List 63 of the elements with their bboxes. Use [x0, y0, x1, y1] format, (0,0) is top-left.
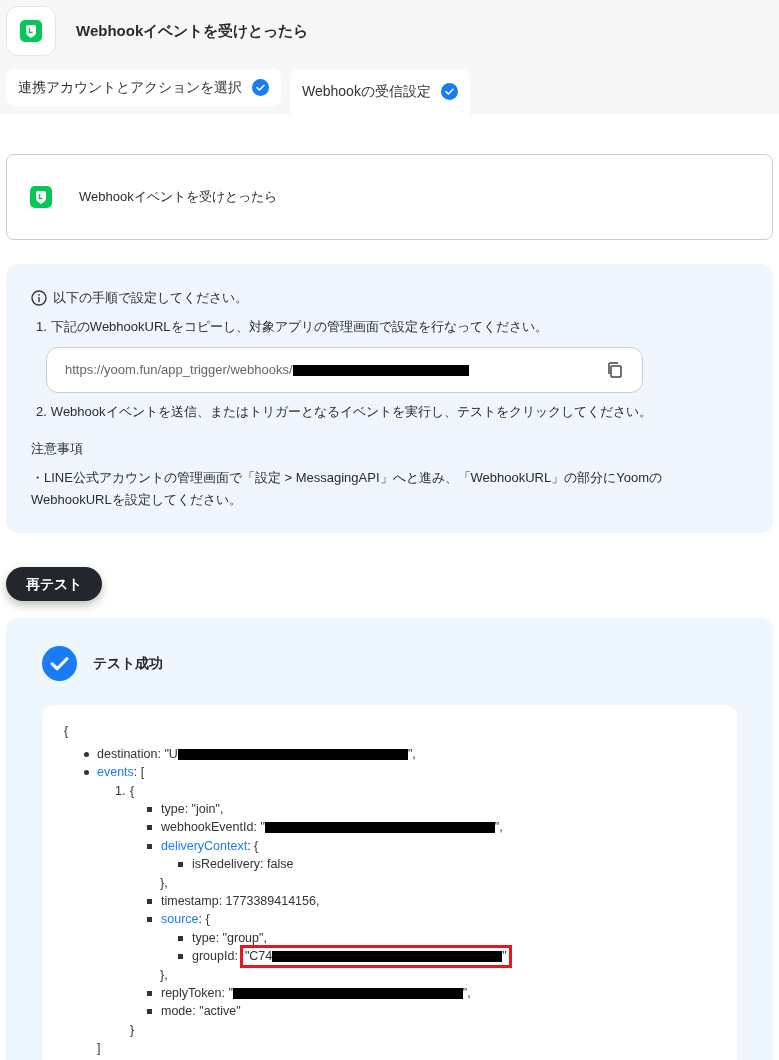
list-number: 1. [115, 782, 127, 800]
bullet-icon [84, 770, 89, 776]
trigger-title: Webhookイベントを受けとったら [79, 188, 277, 207]
code-text: : "join", [184, 801, 224, 818]
bullet-icon [84, 751, 89, 757]
code-text: ] [97, 1041, 101, 1056]
code-text: : [253, 819, 258, 837]
step-tab[interactable]: 連携アカウントとアクションを選択 [6, 69, 281, 106]
step-text: Webhookイベントを送信、またはトリガーとなるイベントを実行し、テストをクリックしてください。 [50, 403, 652, 421]
code-text: : [221, 984, 226, 1002]
bullet-icon [147, 917, 152, 923]
step-number: 1. [36, 317, 47, 336]
code-text: : [ [133, 764, 145, 782]
bullet-icon [178, 862, 183, 868]
note-title: 注意事項 [31, 439, 84, 458]
chat-app-icon [29, 185, 53, 209]
bullet-icon [147, 825, 152, 831]
step-number: 2. [36, 403, 47, 421]
code-text: : "active" [192, 1003, 241, 1021]
step-text: 下記のWebhookURLをコピーし、対象アプリの管理画面で設定を行なってください。 [50, 317, 548, 336]
json-key-link[interactable]: source [161, 910, 199, 930]
code-text: : { [198, 911, 210, 929]
code-text: }, [160, 967, 168, 982]
code-text: " [260, 819, 265, 837]
url-text: https://yoom.fun/app_trigger/webhooks/ [65, 361, 293, 380]
code-text: ", [462, 984, 471, 1002]
result-title: テスト成功 [93, 654, 163, 673]
code-text: "C74 [244, 948, 273, 966]
intro-text: 以下の手順で設定してください。 [53, 289, 248, 307]
json-key-link[interactable]: events [97, 763, 134, 782]
chat-app-icon [19, 19, 43, 43]
code-text: { [130, 782, 135, 800]
bullet-icon [178, 935, 183, 941]
code-text: : { [247, 837, 259, 855]
bullet-icon [147, 990, 152, 996]
bullet-icon [178, 954, 183, 959]
code-text: { [64, 724, 69, 738]
step-tab[interactable]: Webhookの受信設定 [290, 69, 470, 114]
page-title: Webhookイベントを受けとったら [76, 20, 309, 41]
json-key: type [161, 800, 185, 819]
code-text: : [157, 745, 162, 763]
code-text: : false [260, 856, 294, 874]
retest-button[interactable]: 再テスト [6, 567, 102, 601]
json-key: type [192, 928, 216, 948]
bullet-icon [147, 843, 152, 849]
json-key: timestamp [161, 891, 219, 911]
code-text: : "group", [215, 929, 267, 947]
code-text: }, [160, 875, 168, 890]
bullet-icon [147, 1009, 152, 1015]
code-text: ", [494, 819, 503, 837]
note-text: ・LINE公式アカウントの管理画面で「設定 > MessagingAPI」へと進み、「WebhookURL」の部分にYoomのWebhookURLを設定してください。 [31, 469, 663, 509]
url-field[interactable]: https://yoom.fun/app_trigger/webhooks/ [46, 347, 643, 393]
bullet-icon [147, 806, 152, 812]
copy-icon[interactable] [606, 361, 624, 379]
code-text: ", [407, 745, 416, 763]
code-text: } [130, 1022, 135, 1037]
info-icon [31, 289, 47, 306]
code-text: : [234, 948, 238, 966]
code-text: "U [164, 745, 178, 763]
code-text: " [502, 948, 507, 966]
code-text: : 1773389414156, [218, 892, 320, 910]
code-text: " [228, 984, 233, 1002]
bullet-icon [147, 898, 152, 904]
